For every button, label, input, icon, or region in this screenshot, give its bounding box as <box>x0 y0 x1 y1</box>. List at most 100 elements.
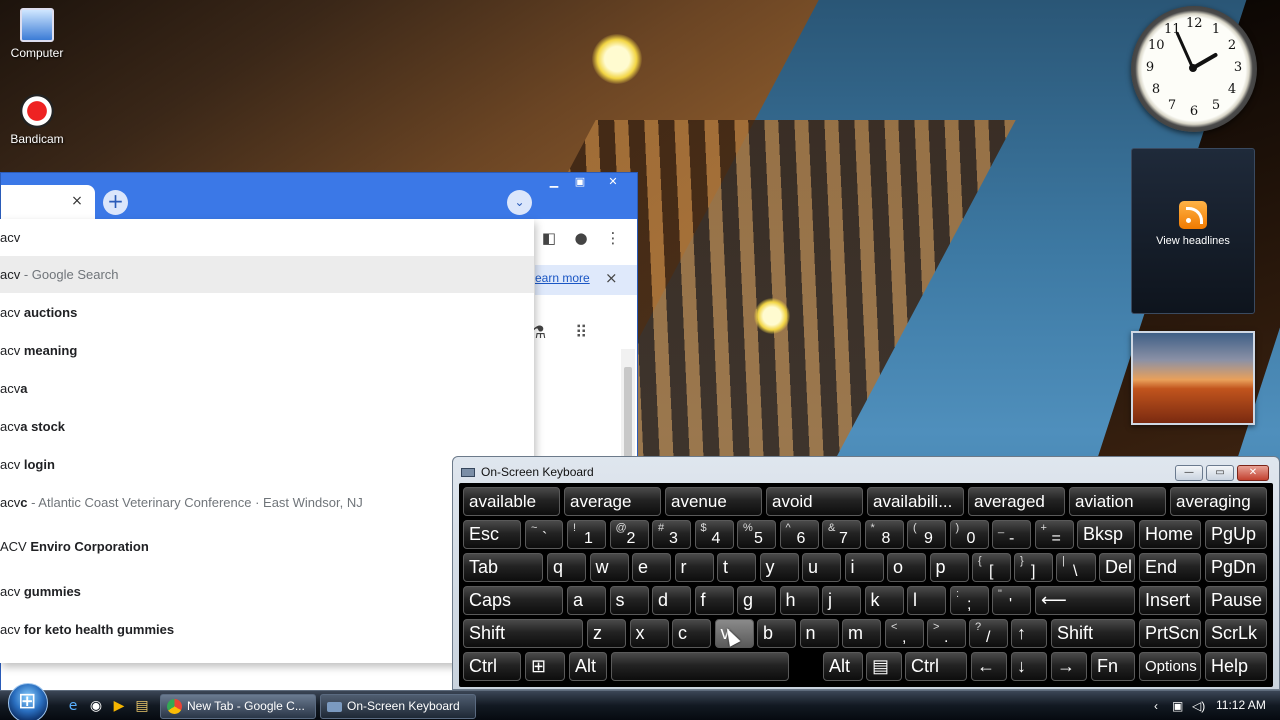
taskbar-task-chrome[interactable]: New Tab - Google C... <box>160 694 316 719</box>
key-letter[interactable]: x <box>629 619 669 648</box>
key-alt-right[interactable]: Alt <box>823 652 863 681</box>
key-page-up[interactable]: PgUp <box>1205 520 1267 549</box>
key-backtick[interactable]: ~ ` <box>525 520 563 549</box>
close-icon[interactable]: × <box>605 269 618 287</box>
key-print-screen[interactable]: PrtScn <box>1139 619 1201 648</box>
profile-icon[interactable]: ● <box>569 225 593 251</box>
menu-icon[interactable]: ⋮ <box>601 225 625 251</box>
word-prediction-key[interactable]: avenue <box>665 487 762 516</box>
clock-gadget[interactable]: 12 1 2 3 4 5 6 7 8 9 10 11 <box>1131 6 1257 132</box>
key-arrow-right[interactable]: → <box>1051 652 1087 681</box>
key-letter[interactable]: j <box>822 586 861 615</box>
close-window-button[interactable]: ✕ <box>1237 465 1269 481</box>
key-bracket-left[interactable]: {[ <box>972 553 1011 582</box>
key-letter[interactable]: y <box>759 553 799 582</box>
key-slash[interactable]: ? / <box>969 619 1008 648</box>
chevron-down-icon[interactable]: ⌄ <box>507 190 532 215</box>
key-letter[interactable]: t <box>717 553 756 582</box>
slideshow-gadget[interactable] <box>1131 331 1255 425</box>
key-letter[interactable]: k <box>864 586 904 615</box>
key-letter[interactable]: p <box>929 553 969 582</box>
key-comma[interactable]: <, <box>885 619 924 648</box>
desktop-icon-computer[interactable]: Computer <box>0 8 74 60</box>
key-shift-right[interactable]: Shift <box>1051 619 1135 648</box>
key-ctrl-right[interactable]: Ctrl <box>905 652 967 681</box>
key-arrow-up[interactable]: ↑ <box>1011 619 1047 648</box>
key-letter[interactable]: u <box>802 553 841 582</box>
key-letter[interactable]: d <box>652 586 691 615</box>
volume-icon[interactable]: ◁) <box>1192 699 1205 713</box>
key-number[interactable]: _ - <box>992 520 1031 549</box>
key-number[interactable]: + = <box>1034 520 1074 549</box>
key-arrow-down[interactable]: ↓ <box>1011 652 1047 681</box>
key-letter[interactable]: s <box>609 586 649 615</box>
word-prediction-key[interactable]: averaged <box>968 487 1065 516</box>
key-letter[interactable]: a <box>567 586 606 615</box>
key-number[interactable]: (9 <box>907 520 946 549</box>
key-letter[interactable]: b <box>757 619 796 648</box>
key-pause[interactable]: Pause <box>1205 586 1267 615</box>
feed-headlines-gadget[interactable]: View headlines <box>1131 148 1255 314</box>
key-enter[interactable]: ⟵ <box>1035 586 1135 615</box>
key-space[interactable] <box>611 652 789 681</box>
omnibox-suggestion[interactable]: acva <box>0 370 534 407</box>
word-prediction-key[interactable]: aviation <box>1069 487 1166 516</box>
key-letter[interactable]: w <box>589 553 629 582</box>
key-letter[interactable]: f <box>694 586 734 615</box>
learn-more-link[interactable]: earn more <box>535 271 590 285</box>
taskbar-task-osk[interactable]: On-Screen Keyboard <box>320 694 476 719</box>
key-semicolon[interactable]: :; <box>950 586 989 615</box>
key-letter[interactable]: o <box>887 553 926 582</box>
key-number[interactable]: @2 <box>609 520 649 549</box>
key-bracket-right[interactable]: }] <box>1014 553 1053 582</box>
new-tab-button[interactable]: + <box>103 190 128 215</box>
key-end[interactable]: End <box>1139 553 1201 582</box>
key-letter[interactable]: n <box>799 619 839 648</box>
tab-new-tab[interactable]: × <box>1 185 95 219</box>
key-backspace[interactable]: Bksp <box>1077 520 1135 549</box>
key-options[interactable]: Options <box>1139 652 1201 681</box>
omnibox-suggestion[interactable]: acv meaning <box>0 332 534 369</box>
key-windows[interactable]: ⊞ <box>525 652 565 681</box>
key-home[interactable]: Home <box>1139 520 1201 549</box>
word-prediction-key[interactable]: average <box>564 487 661 516</box>
key-help[interactable]: Help <box>1205 652 1267 681</box>
explorer-icon[interactable]: ▤ <box>133 697 151 715</box>
omnibox-suggestion[interactable]: acv auctions <box>0 294 534 331</box>
word-prediction-key[interactable]: available <box>463 487 560 516</box>
omnibox-suggestion[interactable]: acva stock <box>0 408 534 445</box>
key-fn[interactable]: Fn <box>1091 652 1135 681</box>
media-player-icon[interactable]: ▶ <box>110 697 128 715</box>
restore-button[interactable]: ▭ <box>1206 465 1234 481</box>
key-arrow-left[interactable]: ← <box>971 652 1007 681</box>
key-letter[interactable]: l <box>907 586 946 615</box>
key-number[interactable]: ^ 6 <box>779 520 819 549</box>
sidebar-icon[interactable]: ◧ <box>537 225 561 251</box>
key-letter[interactable]: r <box>674 553 714 582</box>
key-letter[interactable]: e <box>632 553 671 582</box>
omnibox-suggestion[interactable]: acv - Google Search <box>0 256 534 293</box>
key-page-down[interactable]: PgDn <box>1205 553 1267 582</box>
chrome-icon[interactable]: ◉ <box>87 697 105 715</box>
key-delete[interactable]: Del <box>1099 553 1135 582</box>
tray-clock[interactable]: 11:12 AM <box>1216 698 1266 712</box>
key-number[interactable]: * 8 <box>864 520 904 549</box>
key-ctrl-left[interactable]: Ctrl <box>463 652 521 681</box>
key-letter[interactable]: i <box>844 553 884 582</box>
key-letter[interactable]: c <box>672 619 711 648</box>
close-icon[interactable]: × <box>69 193 85 209</box>
desktop-icon-bandicam[interactable]: Bandicam <box>0 94 74 146</box>
address-bar-input[interactable]: acv <box>0 219 534 256</box>
key-esc[interactable]: Esc <box>463 520 521 549</box>
key-alt-left[interactable]: Alt <box>569 652 607 681</box>
apps-grid-icon[interactable]: ⠿ <box>575 323 588 343</box>
word-prediction-key[interactable]: availabili... <box>867 487 964 516</box>
key-number[interactable]: % 5 <box>737 520 776 549</box>
key-letter[interactable]: h <box>779 586 819 615</box>
key-letter[interactable]: z <box>587 619 626 648</box>
key-backslash[interactable]: | \ <box>1056 553 1096 582</box>
key-letter[interactable]: q <box>547 553 586 582</box>
maximize-button[interactable]: ▣ <box>571 175 589 189</box>
chevron-left-icon[interactable]: ‹ <box>1154 699 1158 713</box>
key-insert[interactable]: Insert <box>1139 586 1201 615</box>
